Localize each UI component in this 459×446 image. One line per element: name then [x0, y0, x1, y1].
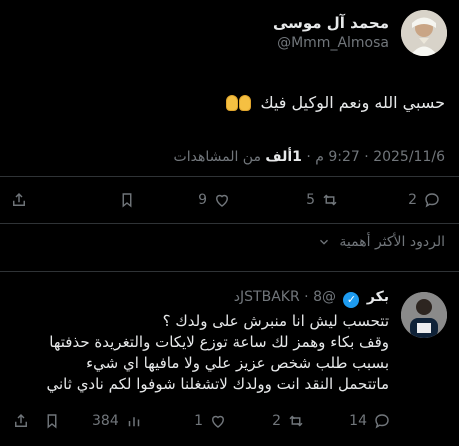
- share-button[interactable]: [10, 187, 28, 213]
- reply-separator: ·: [304, 289, 314, 305]
- verified-badge-icon: ✓: [343, 292, 360, 308]
- reply-header: بكر ✓ @JSTBAKR · 8د: [234, 289, 389, 308]
- reply-retweet-count: 2: [272, 413, 281, 429]
- tweet-text-content: حسبي الله ونعم الوكيل فيك: [260, 93, 445, 112]
- heart-icon: [213, 191, 231, 209]
- retweet-icon: [287, 412, 305, 430]
- tweet-time[interactable]: 9:27 م: [315, 149, 360, 165]
- bookmark-icon: [118, 191, 136, 209]
- reply-line-1: تتحسب ليش انا منبرش على ولدك ؟: [162, 312, 389, 330]
- reply-icon: [373, 412, 391, 430]
- tweet-date[interactable]: 2025/11/6: [373, 149, 445, 165]
- reply-icon: [423, 191, 441, 209]
- divider: [0, 271, 459, 272]
- tweet-action-row: 2 5 9: [0, 187, 459, 213]
- reply-share-button[interactable]: [12, 408, 30, 434]
- tweet-meta: 2025/11/6 · 9:27 م · 1ألف من المشاهدات: [174, 149, 445, 165]
- reply-button[interactable]: 2: [408, 187, 441, 213]
- reply-reply-count: 14: [349, 413, 367, 429]
- reply-sort-label: الردود الأكثر أهمية: [339, 234, 445, 250]
- hand-left-icon: [239, 95, 252, 111]
- reply-views-button[interactable]: 384: [92, 408, 143, 434]
- reply-author-avatar[interactable]: [401, 292, 447, 338]
- tweet-text: حسبي الله ونعم الوكيل فيك: [15, 93, 445, 113]
- reply-sort-dropdown[interactable]: الردود الأكثر أهمية: [317, 234, 445, 250]
- author-handle[interactable]: @Mmm_Almosa: [277, 35, 389, 51]
- chevron-down-icon: [317, 235, 331, 249]
- reply-count: 2: [408, 192, 417, 208]
- reply-reply-button[interactable]: 14: [349, 408, 391, 434]
- views-count: 1ألف: [265, 149, 302, 165]
- bookmark-button[interactable]: [118, 187, 136, 213]
- author-avatar[interactable]: [401, 10, 447, 56]
- heart-icon: [209, 412, 227, 430]
- reply-retweet-button[interactable]: 2: [272, 408, 305, 434]
- reply-line-4: ماتتحمل النقد انت وولدك لاتشغلنا شوفوا ل…: [46, 375, 390, 393]
- bookmark-icon: [43, 412, 61, 430]
- author-name[interactable]: محمد آل موسى: [273, 14, 389, 32]
- share-icon: [12, 412, 30, 430]
- retweet-count: 5: [306, 192, 315, 208]
- praying-hands-emoji: [226, 95, 252, 111]
- meta-separator: ·: [359, 149, 369, 165]
- views-label: من المشاهدات: [173, 149, 261, 165]
- chart-icon: [125, 412, 143, 430]
- divider: [0, 223, 459, 224]
- retweet-icon: [321, 191, 339, 209]
- divider: [0, 176, 459, 177]
- reply-views-count: 384: [92, 413, 119, 429]
- meta-separator-2: ·: [301, 149, 311, 165]
- reply-line-2: وقف بكاء وهمز لك ساعة توزع لايكات والتغر…: [49, 333, 389, 351]
- like-count: 9: [198, 192, 207, 208]
- retweet-button[interactable]: 5: [306, 187, 339, 213]
- reply-action-row: 14 2 1 384: [0, 408, 459, 434]
- reply-text: تتحسب ليش انا منبرش على ولدك ؟ وقف بكاء …: [9, 311, 390, 395]
- hand-right-icon: [226, 95, 239, 111]
- reply-handle[interactable]: @JSTBAKR: [240, 289, 336, 305]
- reply-line-3: بسبب طلب شخص عزيز علي ولا مافيها اي شيء: [86, 354, 389, 372]
- share-icon: [10, 191, 28, 209]
- reply-like-button[interactable]: 1: [194, 408, 227, 434]
- reply-like-count: 1: [194, 413, 203, 429]
- like-button[interactable]: 9: [198, 187, 231, 213]
- reply-bookmark-button[interactable]: [43, 408, 61, 434]
- reply-author-name[interactable]: بكر: [367, 289, 389, 305]
